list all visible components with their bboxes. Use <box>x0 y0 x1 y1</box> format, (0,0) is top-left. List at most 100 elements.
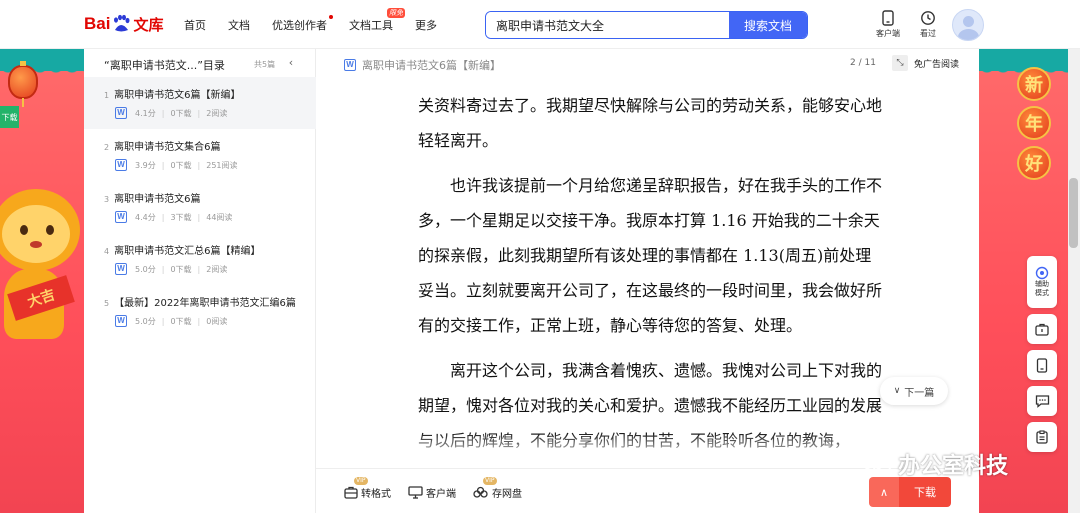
phone-icon <box>1036 357 1048 373</box>
toc-header: “离职申请书范文...”目录 共5篇 ‹ <box>84 49 316 77</box>
toc-item-label: 【最新】2022年离职申请书范文汇编6篇 <box>114 298 296 309</box>
convert-format-label: 转格式 <box>361 489 391 500</box>
search-input[interactable] <box>486 12 729 38</box>
feedback-button[interactable] <box>1027 422 1057 452</box>
document-paragraph: 关资料寄过去了。我期望尽快解除与公司的劳动关系，能够安心地轻轻离开。 <box>418 96 883 150</box>
toc-item[interactable]: 1 离职申请书范文6篇【新编】 W 4.1分 | 0下载 | 2阅读 <box>84 77 316 129</box>
search-button[interactable]: 搜索文档 <box>729 12 807 38</box>
toc-item-downloads: 3下载 <box>170 212 192 222</box>
baidu-wenku-logo[interactable]: Bai 文库 <box>84 12 163 36</box>
toc-item-reads: 2阅读 <box>206 108 228 118</box>
convert-format-button[interactable]: VIP 转格式 <box>344 477 391 500</box>
next-document-label: 下一篇 <box>904 387 935 399</box>
toc-item-index: 4 <box>104 247 110 256</box>
new-year-char: 好 <box>1017 146 1051 180</box>
toc-item-label: 离职申请书范文汇总6篇【精编】 <box>114 246 261 257</box>
chevron-left-icon[interactable]: ‹ <box>284 56 298 70</box>
toc-item-score: 5.0分 <box>135 316 156 326</box>
nav-creators[interactable]: 优选创作者 <box>272 15 333 33</box>
divider: | <box>197 160 201 170</box>
search-box: 搜索文档 <box>485 11 808 39</box>
document-paragraph: 离开这个公司，我满含着愧疚、遗憾。我愧对公司上下对我的期望，愧对各位对我的关心和… <box>418 361 883 450</box>
wechat-icon <box>862 453 891 475</box>
page-scrollbar-track[interactable] <box>1068 49 1080 513</box>
divider: | <box>161 108 165 118</box>
clipboard-icon <box>1036 430 1048 444</box>
side-download-tag[interactable]: 下载 <box>0 106 19 128</box>
client-button[interactable]: 客户端 <box>408 485 456 500</box>
save-to-cloud-button[interactable]: VIP 存网盘 <box>473 477 522 500</box>
toc-item-label: 离职申请书范文集合6篇 <box>114 142 221 153</box>
toc-item-downloads: 0下载 <box>170 264 192 274</box>
nav-more-label: 更多 <box>415 19 437 32</box>
chevron-up-icon[interactable]: ∧ <box>869 477 899 507</box>
mobile-reading-button[interactable] <box>1027 350 1057 380</box>
nav-doc-tools[interactable]: 文档工具 限免 <box>349 8 405 33</box>
divider: | <box>161 264 165 274</box>
lion-eye <box>20 225 28 235</box>
right-floating-toolbar: 辅助 模式 <box>1027 256 1059 456</box>
notification-dot <box>329 15 333 19</box>
vip-badge: VIP <box>354 477 368 485</box>
toc-item-name: 2 离职申请书范文集合6篇 <box>104 138 220 153</box>
divider: | <box>197 316 201 326</box>
toolbox-button[interactable] <box>1027 314 1057 344</box>
watermark-text: 办公室科技 <box>898 454 1009 479</box>
divider: | <box>197 212 201 222</box>
toc-item-downloads: 0下载 <box>170 108 192 118</box>
toc-item-score: 5.0分 <box>135 264 156 274</box>
nav-creators-label: 优选创作者 <box>272 19 327 32</box>
toc-item-name: 3 离职申请书范文6篇 <box>104 190 200 205</box>
free-badge: 限免 <box>387 8 405 18</box>
toc-item-label: 离职申请书范文6篇【新编】 <box>114 90 241 101</box>
page-scrollbar-thumb[interactable] <box>1069 178 1078 248</box>
vip-badge: VIP <box>483 477 497 485</box>
save-to-cloud-label: 存网盘 <box>492 489 522 500</box>
toc-item[interactable]: 4 离职申请书范文汇总6篇【精编】 W 5.0分 | 0下载 | 2阅读 <box>84 233 316 285</box>
toc-item-meta: W 3.9分 | 0下载 | 251阅读 <box>115 159 238 171</box>
toc-item[interactable]: 5 【最新】2022年离职申请书范文汇编6篇 W 5.0分 | 0下载 | 0阅读 <box>84 285 316 337</box>
lion-face <box>2 205 70 263</box>
ad-free-reading-button[interactable]: ⤡ 免广告阅读 <box>892 53 970 73</box>
history-button[interactable]: 看过 <box>913 10 943 39</box>
next-document-button[interactable]: ∨ 下一篇 <box>880 377 948 405</box>
comment-button[interactable] <box>1027 386 1057 416</box>
assist-mode-button[interactable]: 辅助 模式 <box>1027 256 1057 308</box>
toc-item-index: 2 <box>104 143 110 152</box>
toc-item-meta: W 4.4分 | 3下载 | 44阅读 <box>115 211 232 223</box>
toc-item-meta: W 5.0分 | 0下载 | 0阅读 <box>115 315 227 327</box>
word-doc-icon: W <box>115 107 127 119</box>
toc-item-reads: 2阅读 <box>206 264 228 274</box>
logo-text-wenku: 文库 <box>133 15 164 34</box>
document-content: 关资料寄过去了。我期望尽快解除与公司的劳动关系，能够安心地轻轻离开。 也许我该提… <box>418 88 886 460</box>
toc-panel: “离职申请书范文...”目录 共5篇 ‹ 1 离职申请书范文6篇【新编】 W 4.1… <box>84 49 316 513</box>
clock-icon <box>921 11 935 25</box>
nav-home-label: 首页 <box>184 19 206 32</box>
toc-item[interactable]: 3 离职申请书范文6篇 W 4.4分 | 3下载 | 44阅读 <box>84 181 316 233</box>
client-download-button[interactable]: 客户端 <box>873 10 903 39</box>
nav-docs[interactable]: 文档 <box>228 17 250 33</box>
user-avatar[interactable] <box>952 9 984 41</box>
nav-home[interactable]: 首页 <box>184 17 206 33</box>
toc-title: “离职申请书范文...”目录 <box>104 59 225 72</box>
divider: | <box>197 264 201 274</box>
ad-free-label: 免广告阅读 <box>914 59 960 70</box>
word-doc-icon: W <box>115 263 127 275</box>
word-doc-icon: W <box>115 159 127 171</box>
divider: | <box>161 316 165 326</box>
download-button-group: ∧ 下载 <box>869 477 951 507</box>
cloud-icon <box>473 486 488 498</box>
toc-item[interactable]: 2 离职申请书范文集合6篇 W 3.9分 | 0下载 | 251阅读 <box>84 129 316 181</box>
toc-item-index: 1 <box>104 91 110 100</box>
word-doc-icon: W <box>344 59 356 71</box>
briefcase-icon <box>344 486 358 499</box>
download-button[interactable]: 下载 <box>899 477 951 507</box>
toc-item-reads: 44阅读 <box>206 212 233 222</box>
word-doc-icon: W <box>115 211 127 223</box>
toc-item-index: 5 <box>104 299 110 308</box>
nav-more[interactable]: 更多 <box>415 17 437 33</box>
document-paragraph: 也许我该提前一个月给您递呈辞职报告，好在我手头的工作不多，一个星期足以交接干净。… <box>418 176 883 335</box>
word-doc-icon: W <box>115 315 127 327</box>
